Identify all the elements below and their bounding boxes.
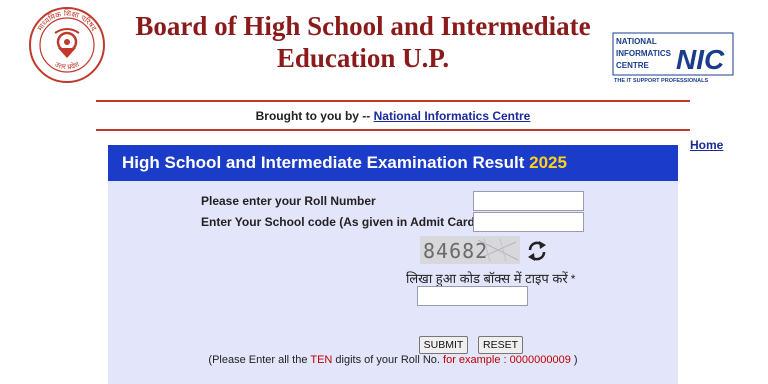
note-part2: digits of your Roll No. — [335, 354, 440, 366]
home-link[interactable]: Home — [690, 138, 723, 152]
captcha-input[interactable] — [417, 286, 528, 306]
board-title-line1: Board of High School and Intermediate — [135, 11, 591, 41]
school-code-input[interactable] — [473, 212, 584, 232]
note-ten: TEN — [310, 354, 333, 366]
board-seal-logo: माध्यमिक शिक्षा परिषद उत्तर प्रदेश — [29, 7, 105, 83]
header-divider-bottom — [96, 129, 690, 131]
panel-year: 2025 — [529, 153, 567, 172]
school-code-label: Enter Your School code (As given in Admi… — [201, 215, 479, 229]
captcha-image: 84682 — [420, 236, 520, 264]
note-part1: (Please Enter all the — [208, 354, 308, 366]
nic-line2: INFORMATICS — [616, 49, 672, 58]
required-star: * — [570, 272, 576, 286]
brought-by-prefix: Brought to you by -- — [255, 109, 371, 123]
reset-button[interactable]: RESET — [478, 336, 523, 354]
captcha-instruction: लिखा हुआ कोड बॉक्स में टाइप करें * — [406, 269, 575, 287]
brought-by-line: Brought to you by -- National Informatic… — [96, 109, 690, 123]
nic-link[interactable]: National Informatics Centre — [374, 109, 531, 123]
nic-mark: NIC — [676, 44, 725, 75]
board-title-line2: Education U.P. — [276, 43, 450, 73]
captcha-code: 84682 — [423, 239, 488, 263]
submit-button[interactable]: SUBMIT — [419, 336, 468, 354]
nic-line1: NATIONAL — [616, 37, 657, 46]
panel-title: High School and Intermediate Examination… — [122, 153, 525, 172]
roll-number-note: (Please Enter all the TEN digits of your… — [108, 354, 678, 366]
header-divider-top — [96, 100, 690, 102]
panel-header: High School and Intermediate Examination… — [108, 145, 678, 181]
note-example: for example : 0000000009 — [443, 354, 571, 366]
note-part3: ) — [573, 354, 578, 366]
nic-logo: NATIONAL INFORMATICS CENTRE NIC THE IT S… — [612, 32, 734, 84]
nic-tagline: THE IT SUPPORT PROFESSIONALS — [614, 78, 708, 84]
board-title: Board of High School and Intermediate Ed… — [118, 10, 608, 74]
roll-number-input[interactable] — [473, 191, 584, 211]
roll-number-label: Please enter your Roll Number — [201, 194, 376, 208]
nic-line3: CENTRE — [616, 61, 650, 70]
captcha-instruction-text: लिखा हुआ कोड बॉक्स में टाइप करें — [406, 271, 568, 286]
result-panel: High School and Intermediate Examination… — [108, 145, 678, 384]
refresh-icon[interactable] — [526, 240, 548, 262]
